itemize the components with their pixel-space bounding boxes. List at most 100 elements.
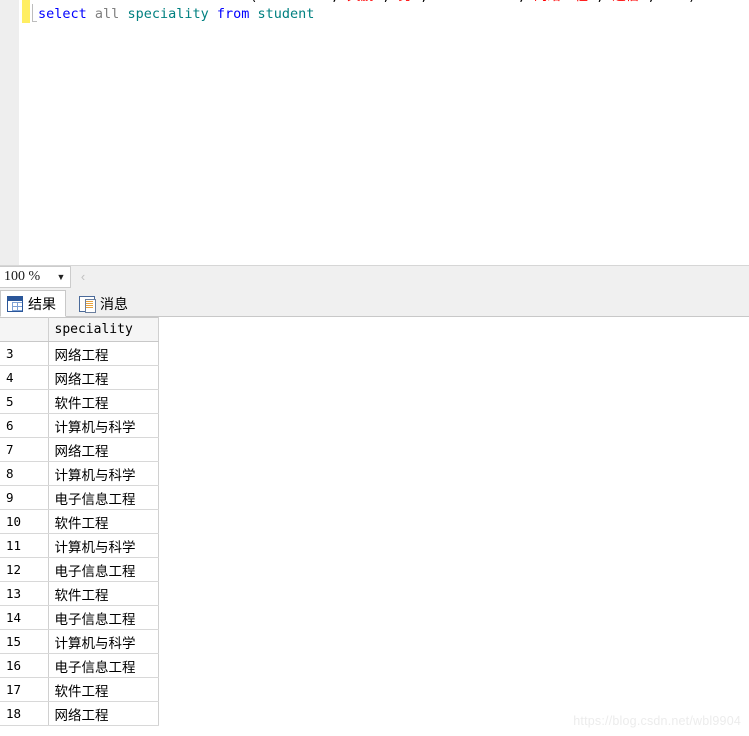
row-number-cell[interactable]: 3 — [0, 341, 49, 366]
code-token: '通信' — [604, 0, 647, 4]
table-row[interactable]: 15 计算机与科学 — [0, 629, 159, 654]
speciality-cell[interactable]: 电子信息工程 — [48, 485, 159, 510]
results-grid[interactable]: speciality 3 网络工程 4 网络工程 5 软件工程 6 计算机与科学 7 网络工程 8 计… — [0, 317, 159, 726]
table-row[interactable]: 11 计算机与科学 — [0, 533, 159, 558]
code-token: '网络工程' — [526, 0, 596, 4]
speciality-cell[interactable]: 软件工程 — [48, 389, 159, 414]
grid-icon — [7, 295, 23, 312]
speciality-cell[interactable]: 软件工程 — [48, 509, 159, 534]
table-row[interactable]: 5 软件工程 — [0, 389, 159, 414]
results-grid-body[interactable]: 3 网络工程 4 网络工程 5 软件工程 6 计算机与科学 7 网络工程 8 计算机与科学 9 电子信息工… — [0, 341, 159, 726]
code-token: student — [257, 6, 315, 22]
speciality-cell[interactable]: 计算机与科学 — [48, 629, 159, 654]
table-row[interactable]: 17 软件工程 — [0, 677, 159, 702]
speciality-cell[interactable]: 软件工程 — [48, 677, 159, 702]
editor-status-strip: 100 % ▼ ‹ — [0, 265, 749, 288]
navigate-back-icon[interactable]: ‹ — [76, 269, 90, 285]
code-token: into — [95, 0, 128, 4]
code-token: all — [94, 6, 120, 22]
header-row: speciality — [0, 317, 159, 342]
table-row[interactable]: 16 电子信息工程 — [0, 653, 159, 678]
speciality-cell[interactable]: 计算机与科学 — [48, 413, 159, 438]
code-token: , — [596, 0, 604, 4]
row-number-cell[interactable]: 17 — [0, 677, 49, 702]
row-number-cell[interactable]: 16 — [0, 653, 49, 678]
code-token: 'S100501' — [258, 0, 331, 4]
row-number-cell[interactable]: 7 — [0, 437, 49, 462]
code-token: , — [518, 0, 526, 4]
speciality-cell[interactable]: 网络工程 — [48, 365, 159, 390]
table-row[interactable]: 4 网络工程 — [0, 365, 159, 390]
tab-messages-label: 消息 — [100, 295, 128, 312]
message-icon — [79, 295, 96, 313]
speciality-cell[interactable]: 电子信息工程 — [48, 653, 159, 678]
code-token: , — [331, 0, 339, 4]
speciality-cell[interactable]: 电子信息工程 — [48, 605, 159, 630]
row-number-cell[interactable]: 15 — [0, 629, 49, 654]
table-row[interactable]: 18 网络工程 — [0, 701, 159, 726]
table-row[interactable]: 3 网络工程 — [0, 341, 159, 366]
code-token: student — [136, 0, 193, 4]
table-row[interactable]: 6 计算机与科学 — [0, 413, 159, 438]
speciality-cell[interactable]: 网络工程 — [48, 341, 159, 366]
table-row[interactable]: 9 电子信息工程 — [0, 485, 159, 510]
column-header-speciality[interactable]: speciality — [48, 317, 159, 342]
speciality-cell[interactable]: 计算机与科学 — [48, 461, 159, 486]
speciality-cell[interactable]: 网络工程 — [48, 437, 159, 462]
code-token: '关鹏' — [339, 0, 382, 4]
results-tab-strip: 结果 消息 — [0, 288, 749, 317]
table-row[interactable]: 14 电子信息工程 — [0, 605, 159, 630]
code-token: , — [420, 0, 428, 4]
table-row[interactable]: 8 计算机与科学 — [0, 461, 159, 486]
code-token: select — [38, 6, 87, 22]
change-tracking-bar — [22, 0, 30, 23]
row-number-cell[interactable]: 11 — [0, 533, 49, 558]
statement-bracket-icon — [32, 4, 37, 22]
row-number-cell[interactable]: 14 — [0, 605, 49, 630]
results-grid-pane[interactable]: speciality 3 网络工程 4 网络工程 5 软件工程 6 计算机与科学 7 网络工程 8 计… — [0, 317, 749, 736]
code-token: ( — [249, 0, 257, 4]
code-token: '男' — [390, 0, 420, 4]
row-number-cell[interactable]: 12 — [0, 557, 49, 582]
speciality-cell[interactable]: 计算机与科学 — [48, 533, 159, 558]
code-token: '95' — [656, 0, 689, 4]
table-row[interactable]: 12 电子信息工程 — [0, 557, 159, 582]
tab-messages[interactable]: 消息 — [72, 290, 138, 317]
tab-results[interactable]: 结果 — [0, 290, 66, 317]
zoom-level-combobox[interactable]: 100 % ▼ — [0, 266, 71, 288]
row-number-cell[interactable]: 18 — [0, 701, 49, 726]
table-row[interactable]: 7 网络工程 — [0, 437, 159, 462]
row-number-cell[interactable]: 6 — [0, 413, 49, 438]
column-header-rownum[interactable] — [0, 317, 49, 342]
sql-editor-pane[interactable]: insert into student values('S100501','关鹏… — [0, 0, 749, 265]
code-token: insert — [38, 0, 87, 4]
sql-line-current[interactable]: select all speciality from student — [38, 6, 314, 22]
row-number-cell[interactable]: 5 — [0, 389, 49, 414]
code-token: values — [201, 0, 250, 4]
watermark: https://blog.csdn.net/wbl9904 — [573, 714, 741, 728]
row-number-cell[interactable]: 13 — [0, 581, 49, 606]
editor-gutter — [0, 0, 19, 265]
speciality-cell[interactable]: 网络工程 — [48, 701, 159, 726]
speciality-cell[interactable]: 电子信息工程 — [48, 557, 159, 582]
chevron-down-icon[interactable]: ▼ — [52, 267, 70, 287]
code-token: speciality — [127, 6, 209, 22]
row-number-cell[interactable]: 10 — [0, 509, 49, 534]
row-number-cell[interactable]: 8 — [0, 461, 49, 486]
results-grid-header: speciality — [0, 317, 159, 342]
zoom-level-value: 100 % — [4, 269, 41, 284]
table-row[interactable]: 10 软件工程 — [0, 509, 159, 534]
speciality-cell[interactable]: 软件工程 — [48, 581, 159, 606]
row-number-cell[interactable]: 9 — [0, 485, 49, 510]
sql-line-clipped: insert into student values('S100501','关鹏… — [38, 0, 696, 4]
sql-code-area[interactable]: insert into student values('S100501','关鹏… — [30, 0, 749, 265]
tab-results-label: 结果 — [28, 295, 56, 312]
table-row[interactable]: 13 软件工程 — [0, 581, 159, 606]
code-token: ) — [688, 0, 696, 4]
row-number-cell[interactable]: 4 — [0, 365, 49, 390]
